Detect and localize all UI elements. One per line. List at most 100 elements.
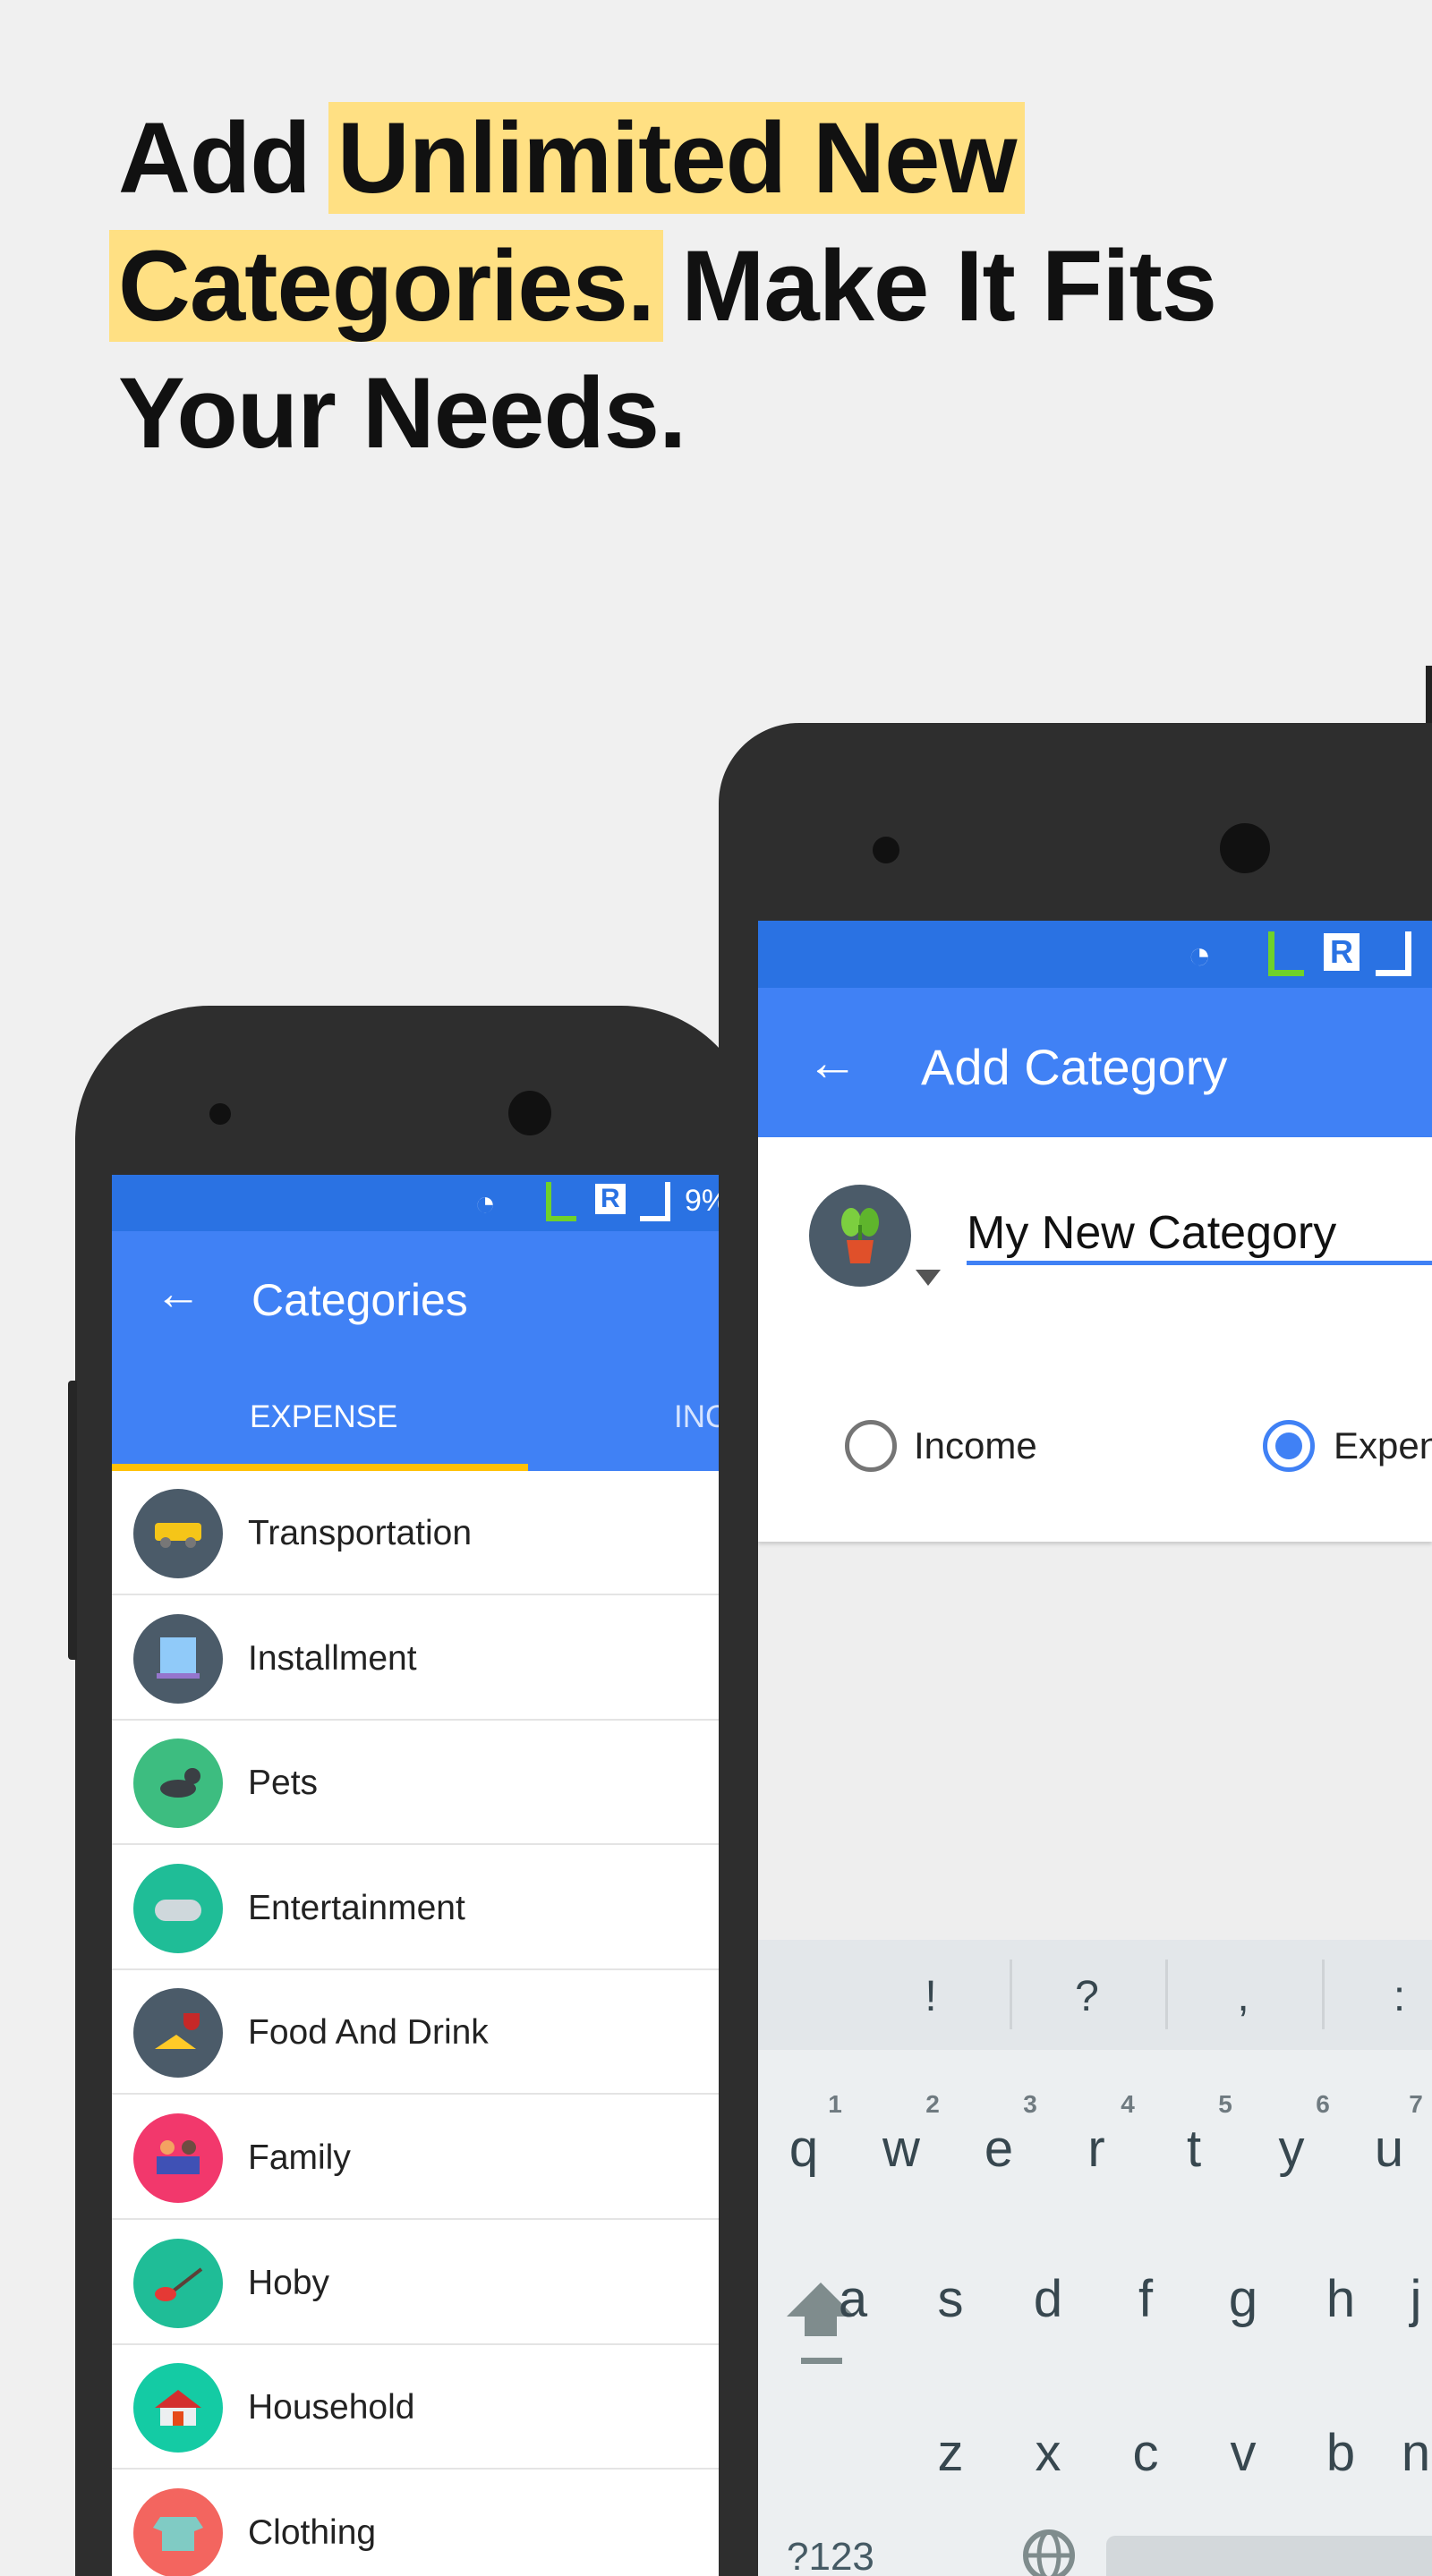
key[interactable]: y: [1279, 2119, 1305, 2179]
side-button: [68, 1381, 77, 1660]
key[interactable]: d: [1034, 2269, 1062, 2329]
radio-income-label[interactable]: Income: [914, 1424, 1037, 1467]
category-form-card: Income Expense: [758, 1137, 1432, 1542]
suggestion-divider: [1322, 1960, 1325, 2029]
plant-icon: [841, 1208, 879, 1263]
key[interactable]: a: [839, 2269, 867, 2329]
key[interactable]: f: [1138, 2269, 1153, 2329]
headline-line-2: Categories. Make It Fits: [109, 228, 1217, 344]
phone-edge: [1426, 666, 1432, 728]
category-label: Transportation: [248, 1514, 473, 1552]
roaming-icon: R: [1324, 933, 1360, 971]
category-item[interactable]: Transportation: [112, 1471, 720, 1595]
headline-text: Make It Fits: [653, 230, 1217, 342]
status-bar: ◔ R 9%: [112, 1175, 720, 1231]
sensor-dot: [209, 1103, 231, 1125]
headline-line-1: Add Unlimited New: [118, 100, 1026, 216]
arrow-left-icon[interactable]: ←: [155, 1267, 201, 1321]
suggestion-divider: [1165, 1960, 1168, 2029]
headline-highlight: Categories.: [109, 230, 663, 342]
key[interactable]: r: [1087, 2119, 1104, 2179]
category-item[interactable]: Entertainment: [112, 1845, 720, 1970]
category-label: Pets: [248, 1764, 319, 1803]
key[interactable]: g: [1229, 2269, 1257, 2329]
headline-text: Your Needs.: [118, 357, 686, 469]
front-camera: [1220, 823, 1270, 873]
headline-line-3: Your Needs.: [118, 355, 686, 471]
suggestion-key[interactable]: !: [925, 1972, 936, 2021]
key[interactable]: s: [938, 2269, 964, 2329]
tab-indicator: [112, 1464, 528, 1471]
status-bar: ◔ R: [758, 921, 1432, 988]
category-name-input[interactable]: [967, 1204, 1432, 1265]
category-label: Clothing: [248, 2512, 377, 2552]
category-item[interactable]: Clothing: [112, 2470, 720, 2576]
category-label: Installment: [248, 1638, 417, 1678]
category-label: Household: [248, 2388, 415, 2427]
signal-icon-2: [640, 1182, 670, 1221]
key[interactable]: j: [1411, 2269, 1422, 2329]
arrow-left-icon[interactable]: ←: [806, 1033, 858, 1092]
key[interactable]: u: [1375, 2119, 1403, 2179]
key[interactable]: n: [1402, 2423, 1430, 2483]
battery-text: 9%: [685, 1184, 720, 1218]
key-hint: 7: [1409, 2090, 1423, 2118]
key-hint: 5: [1218, 2090, 1232, 2118]
headline-text: Add: [118, 102, 337, 214]
shirt-icon: [133, 2487, 223, 2576]
categories-screen: ◔ R 9% ← Categories EXPENSE INCOME Trans…: [112, 1175, 720, 2576]
category-item[interactable]: Installment: [112, 1595, 720, 1721]
tab-income[interactable]: INCOME: [674, 1399, 720, 1435]
symbols-key[interactable]: ?123: [787, 2535, 874, 2576]
suggestion-key[interactable]: ,: [1237, 1972, 1249, 2021]
category-item[interactable]: Hoby: [112, 2220, 720, 2345]
app-bar: ← Categories EXPENSE INCOME: [112, 1231, 720, 1471]
radio-expense-label[interactable]: Expense: [1334, 1424, 1432, 1467]
key[interactable]: t: [1187, 2119, 1201, 2179]
category-label: Food And Drink: [248, 2013, 489, 2053]
category-label: Hoby: [248, 2263, 330, 2302]
key[interactable]: v: [1231, 2423, 1257, 2483]
page-title: Categories: [251, 1275, 468, 1325]
key[interactable]: b: [1326, 2423, 1355, 2483]
key-hint: 3: [1023, 2090, 1037, 2118]
radio-expense[interactable]: [1263, 1420, 1315, 1472]
key[interactable]: w: [882, 2119, 920, 2179]
key[interactable]: c: [1133, 2423, 1159, 2483]
suggestion-key[interactable]: :: [1394, 1972, 1405, 2021]
car-icon: [133, 1489, 223, 1578]
suggestion-key[interactable]: ?: [1075, 1972, 1099, 2021]
family-icon: [133, 2113, 223, 2203]
chevron-down-icon[interactable]: [916, 1270, 941, 1286]
key-hint: 1: [828, 2090, 842, 2118]
key-hint: 4: [1121, 2090, 1135, 2118]
wifi-icon: ◔: [474, 1184, 497, 1223]
key[interactable]: x: [1036, 2423, 1061, 2483]
tab-expense[interactable]: EXPENSE: [250, 1399, 397, 1435]
house-icon: [133, 2363, 223, 2453]
roaming-icon: R: [595, 1184, 626, 1214]
category-item[interactable]: Food And Drink: [112, 1970, 720, 2096]
cat-icon: [133, 1739, 223, 1829]
category-icon-picker[interactable]: [809, 1185, 911, 1287]
guitar-icon: [133, 2238, 223, 2328]
category-item[interactable]: Household: [112, 2345, 720, 2470]
radio-income[interactable]: [845, 1420, 897, 1472]
globe-icon[interactable]: [1022, 2529, 1076, 2576]
space-bar[interactable]: [1106, 2536, 1432, 2576]
category-item[interactable]: Pets: [112, 1721, 720, 1846]
front-camera: [508, 1091, 551, 1135]
headline-highlight: Unlimited New: [328, 102, 1026, 214]
suggestion-divider: [1010, 1960, 1012, 2029]
key[interactable]: q: [789, 2119, 818, 2179]
sensor-dot: [873, 837, 899, 863]
key[interactable]: z: [938, 2423, 964, 2483]
signal-icon: [1268, 931, 1304, 976]
category-item[interactable]: Family: [112, 2096, 720, 2220]
key[interactable]: e: [984, 2119, 1013, 2179]
category-label: Entertainment: [248, 1888, 465, 1927]
receipt-icon: [133, 1613, 223, 1704]
page-title: Add Category: [921, 1039, 1228, 1095]
add-category-screen: ◔ R ← Add Category Income Expense ?123 !…: [758, 921, 1432, 2576]
key[interactable]: h: [1326, 2269, 1355, 2329]
